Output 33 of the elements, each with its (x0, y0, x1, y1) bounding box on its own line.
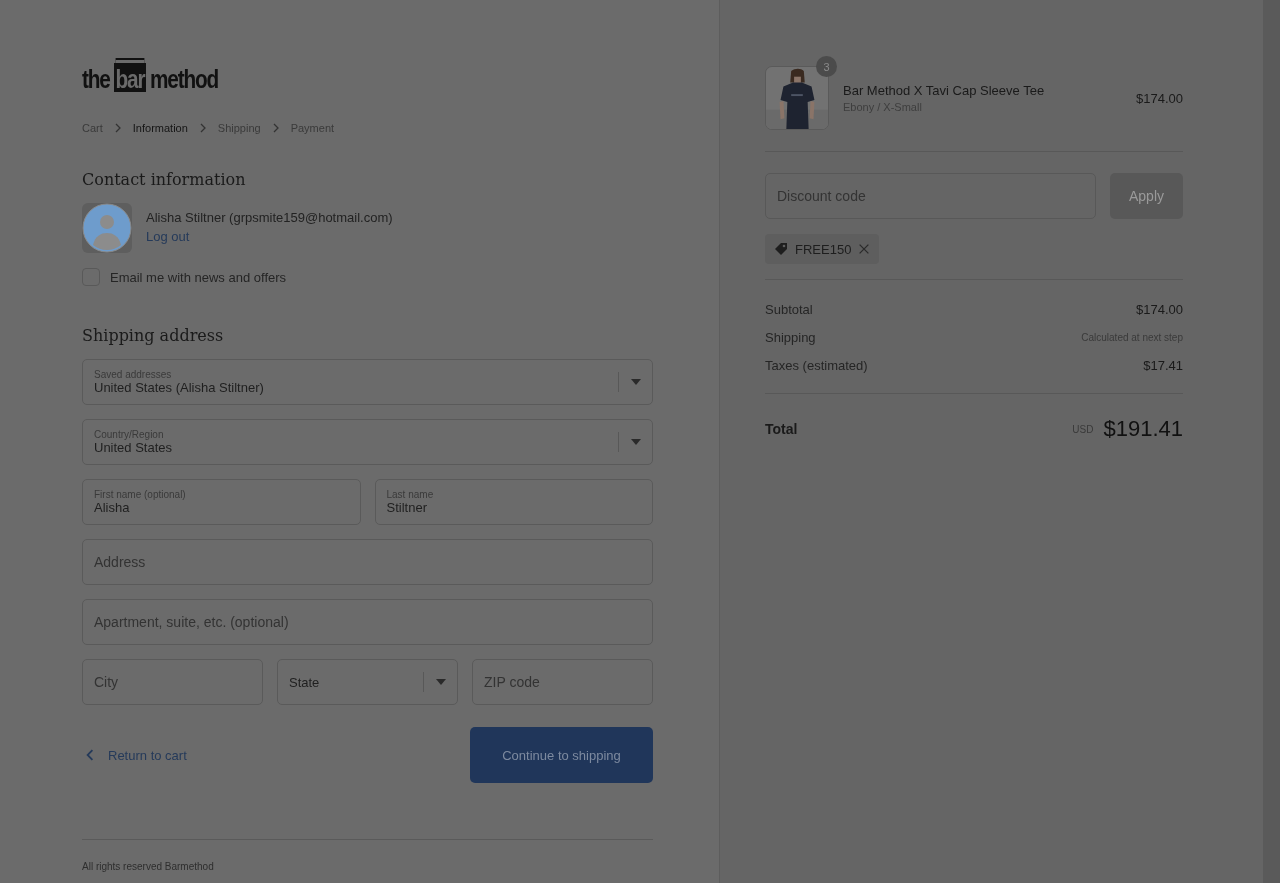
breadcrumb-link[interactable]: Information (132, 122, 188, 134)
continue-button[interactable]: Continue to shipping (470, 727, 653, 783)
caret-icon (436, 679, 446, 685)
tag-icon (773, 241, 789, 257)
return-link[interactable]: Return to cart (82, 747, 187, 763)
logout-link[interactable]: Log out (146, 229, 190, 244)
summary-value: $17.41 (1143, 358, 1183, 373)
chevron-left-icon (84, 749, 96, 761)
summary-label: Shipping (765, 330, 816, 345)
caret-icon (631, 379, 641, 385)
summary-value: $174.00 (1136, 302, 1183, 317)
apply-button[interactable]: Apply (1110, 173, 1183, 219)
input-field[interactable]: ZIP code (472, 659, 653, 705)
logo[interactable]: the bar method (82, 54, 653, 92)
product-name: Bar Method X Tavi Cap Sleeve Tee (843, 83, 1046, 98)
total-amount: $191.41 (1103, 416, 1183, 442)
section-heading: Contact information (82, 170, 247, 189)
total-label: Total (765, 421, 798, 437)
checkbox-label: Email me with news and offers (110, 269, 287, 285)
product-price: $174.00 (1136, 90, 1183, 106)
caret-icon (631, 439, 641, 445)
input-field[interactable]: Apartment, suite, etc. (optional) (82, 599, 653, 645)
footer-text: All rights reserved Barmethod (82, 861, 214, 872)
summary-label: Subtotal (765, 302, 813, 317)
input-field[interactable]: City (82, 659, 263, 705)
quantity-badge: 3 (816, 56, 837, 77)
section-heading: Shipping address (82, 326, 225, 345)
discount-tag: FREE150 (765, 234, 880, 264)
summary-label: Taxes (estimated) (765, 358, 868, 373)
select-field[interactable]: State (277, 659, 458, 705)
account-email: Alisha Stiltner (grpsmite159@hotmail.com) (146, 210, 393, 225)
avatar-icon (82, 203, 132, 253)
input-field[interactable]: Address (82, 539, 653, 585)
